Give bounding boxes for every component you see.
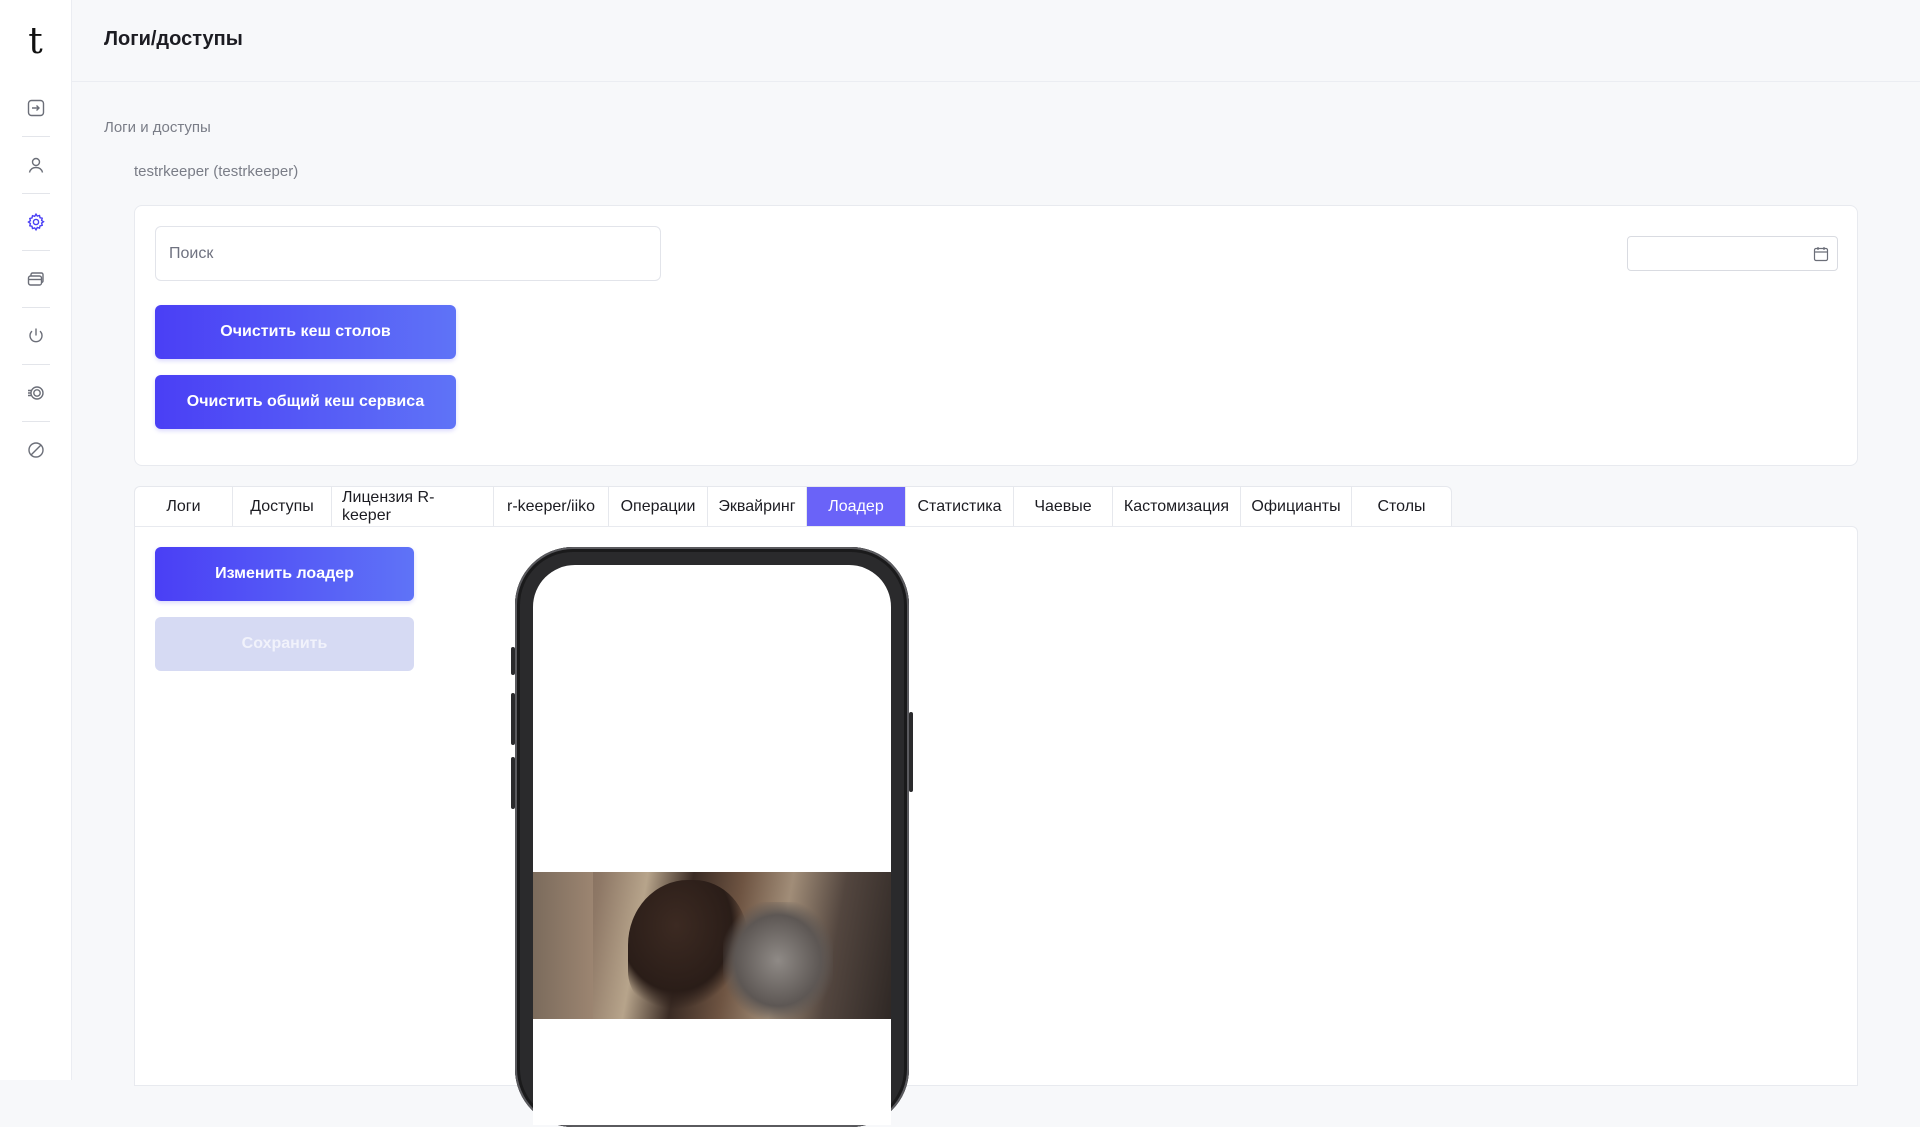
sidebar-item-coins[interactable] [16,373,56,413]
tab-operations[interactable]: Операции [609,487,708,527]
nav-divider [21,307,50,308]
tab-rkeeper-iiko[interactable]: r-keeper/iiko [494,487,609,527]
tab-loader[interactable]: Лоадер [807,487,906,527]
image-region [533,872,593,1019]
sidebar: t [0,0,72,1080]
phone-side-button [909,712,913,792]
nav-divider [21,193,50,194]
date-picker[interactable] [1627,236,1838,271]
tab-rkeeper-license[interactable]: Лицензия R-keeper [332,487,494,527]
tab-customization[interactable]: Кастомизация [1113,487,1241,527]
page-header: Логи/доступы [72,0,1920,82]
phone-screen [533,565,891,1125]
tab-bar: Логи Доступы Лицензия R-keeper r-keeper/… [134,486,1452,527]
sidebar-item-cards[interactable] [16,259,56,299]
clear-service-cache-button[interactable]: Очистить общий кеш сервиса [155,375,456,429]
nav-divider [21,136,50,137]
logout-icon [27,99,44,117]
tab-access[interactable]: Доступы [233,487,332,527]
power-icon [28,328,43,343]
account-label: testrkeeper (testrkeeper) [134,163,299,180]
app-logo[interactable]: t [28,22,42,62]
user-icon [28,157,43,173]
nav-divider [21,364,50,365]
clear-tables-cache-button[interactable]: Очистить кеш столов [155,305,456,359]
filters-card: Очистить кеш столов Очистить общий кеш с… [134,205,1858,466]
nav-divider [21,250,50,251]
breadcrumb: Логи и доступы [104,119,211,136]
sidebar-item-users[interactable] [16,145,56,185]
search-input[interactable] [155,226,661,281]
image-region [723,902,833,1019]
sidebar-item-power[interactable] [16,316,56,356]
settings-icon [26,212,45,232]
sidebar-item-logout[interactable] [16,88,56,128]
blocked-icon [27,442,44,458]
calendar-icon [1813,247,1829,262]
tab-tips[interactable]: Чаевые [1014,487,1113,527]
phone-preview [511,547,913,1127]
sidebar-item-settings[interactable] [16,202,56,242]
tab-waiters[interactable]: Официанты [1241,487,1352,527]
loader-panel: Изменить лоадер Сохранить [134,526,1858,1127]
page-title: Логи/доступы [104,28,243,50]
sidebar-nav [16,88,56,470]
coins-icon [27,386,44,400]
sidebar-item-blocked[interactable] [16,430,56,470]
change-loader-button[interactable]: Изменить лоадер [155,547,414,601]
tab-acquiring[interactable]: Эквайринг [708,487,807,527]
loader-preview-image [533,872,891,1019]
save-button[interactable]: Сохранить [155,617,414,671]
cards-icon [27,272,44,286]
nav-divider [21,421,50,422]
tab-logs[interactable]: Логи [135,487,233,527]
tab-tables[interactable]: Столы [1352,487,1451,527]
tab-statistics[interactable]: Статистика [906,487,1014,527]
